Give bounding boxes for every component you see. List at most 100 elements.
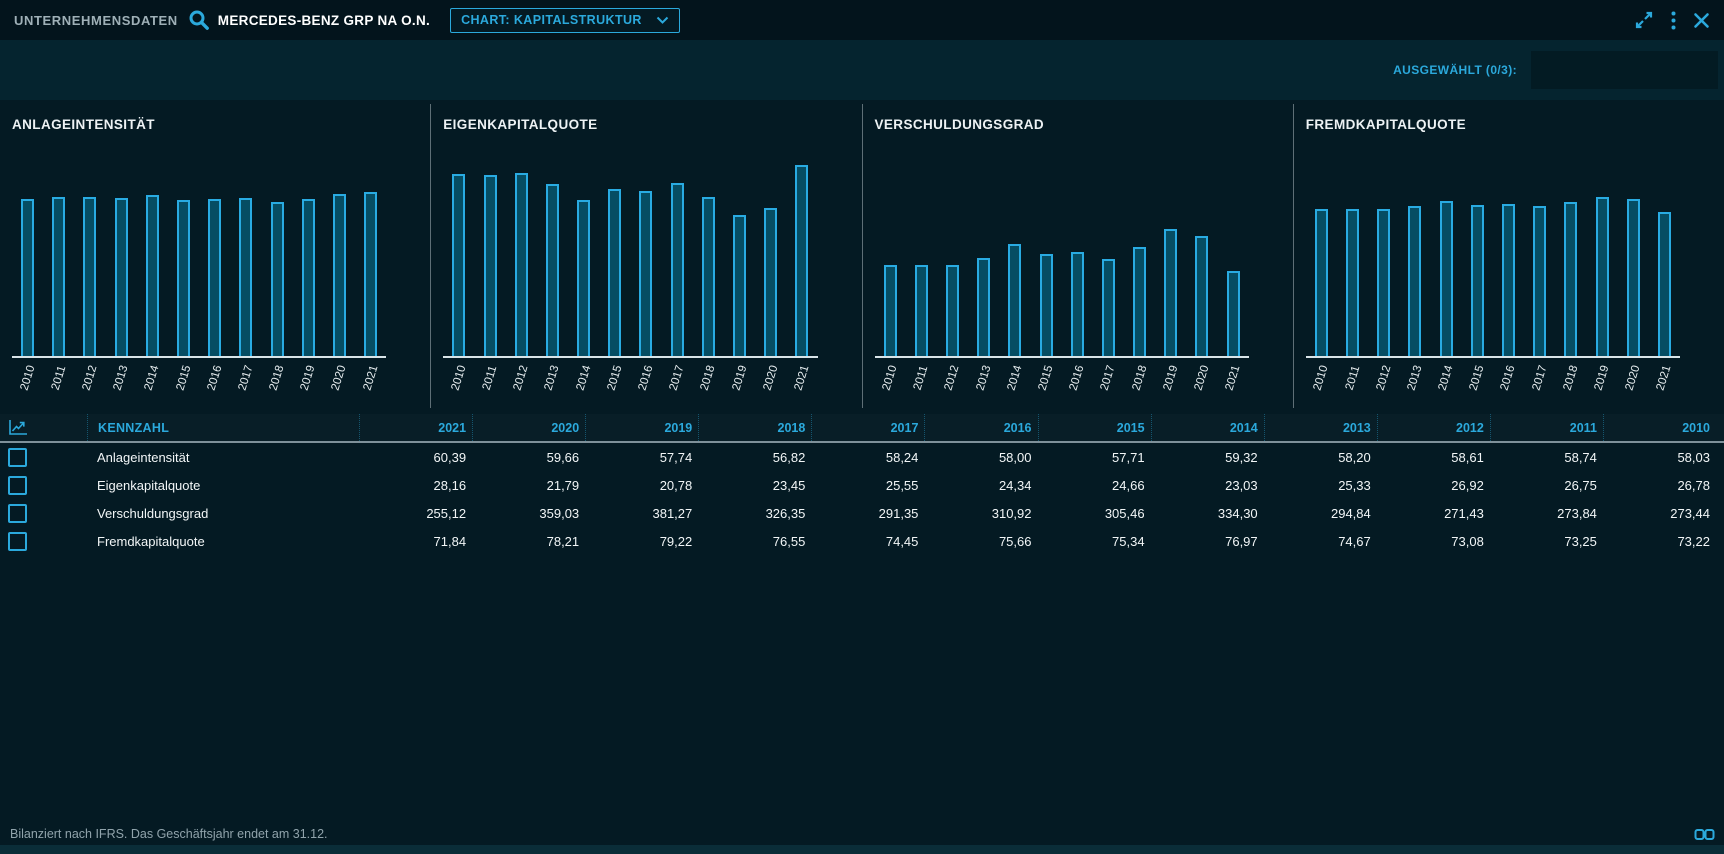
app-title: UNTERNEHMENSDATEN [14, 13, 178, 28]
value-cell: 255,12 [359, 506, 472, 521]
window-controls [1634, 10, 1710, 30]
x-tick-label: 2010 [1312, 364, 1331, 392]
value-cell: 359,03 [472, 506, 585, 521]
year-column-header-2019: 2019 [585, 414, 698, 441]
x-tick-label: 2016 [205, 364, 224, 392]
value-cell: 57,74 [585, 450, 698, 465]
x-tick-label: 2021 [792, 364, 811, 392]
row-checkbox[interactable] [8, 532, 27, 551]
year-column-header-2015: 2015 [1038, 414, 1151, 441]
value-cell: 26,92 [1377, 478, 1490, 493]
x-tick-label: 2020 [761, 364, 780, 392]
x-tick-label: 2010 [18, 364, 37, 392]
expand-icon[interactable] [1634, 10, 1654, 30]
bar-2021 [364, 192, 377, 356]
chart-type-dropdown[interactable]: CHART: KAPITALSTRUKTUR [450, 8, 680, 33]
bar-2017 [239, 198, 252, 356]
link-icon[interactable] [1694, 828, 1715, 841]
value-cell: 73,08 [1377, 534, 1490, 549]
x-tick-label: 2014 [143, 364, 162, 392]
x-tick-label: 2017 [1530, 364, 1549, 392]
table-body: Anlageintensität60,3959,6657,7456,8258,2… [0, 443, 1724, 555]
year-column-header-2012: 2012 [1377, 414, 1490, 441]
table-row: Verschuldungsgrad255,12359,03381,27326,3… [0, 499, 1724, 527]
value-cell: 58,20 [1264, 450, 1377, 465]
year-column-header-2020: 2020 [472, 414, 585, 441]
value-cell: 58,61 [1377, 450, 1490, 465]
value-cell: 75,66 [924, 534, 1037, 549]
x-tick-label: 2011 [1343, 364, 1362, 391]
charts-row: ANLAGEINTENSITÄT 20102011201220132014201… [0, 104, 1724, 408]
x-tick-label: 2020 [330, 364, 349, 392]
row-checkbox[interactable] [8, 448, 27, 467]
value-cell: 334,30 [1151, 506, 1264, 521]
row-label: Fremdkapitalquote [87, 534, 359, 549]
x-tick-label: 2012 [943, 364, 962, 392]
value-cell: 79,22 [585, 534, 698, 549]
x-tick-label: 2016 [1499, 364, 1518, 392]
x-tick-label: 2018 [268, 364, 287, 392]
bars [1306, 139, 1680, 358]
bar-2018 [1133, 247, 1146, 356]
x-tick-label: 2012 [512, 364, 531, 392]
bar-2015 [1040, 254, 1053, 356]
bar-2013 [546, 184, 559, 356]
accounting-note: Bilanziert nach IFRS. Das Geschäftsjahr … [10, 827, 328, 841]
x-tick-label: 2013 [1405, 364, 1424, 392]
x-axis-labels: 2010201120122013201420152016201720182019… [12, 358, 386, 408]
x-tick-label: 2019 [1593, 364, 1612, 392]
x-tick-label: 2016 [636, 364, 655, 392]
title-bar: UNTERNEHMENSDATEN MERCEDES-BENZ GRP NA O… [0, 0, 1724, 40]
x-axis-labels: 2010201120122013201420152016201720182019… [1306, 358, 1680, 408]
bar-2014 [146, 195, 159, 356]
close-icon[interactable] [1693, 12, 1710, 29]
value-cell: 71,84 [359, 534, 472, 549]
bar-2017 [1533, 206, 1546, 356]
row-checkbox[interactable] [8, 504, 27, 523]
x-tick-label: 2012 [1374, 364, 1393, 392]
value-cell: 28,16 [359, 478, 472, 493]
bar-2020 [1627, 199, 1640, 356]
selection-bar: AUSGEWÄHLT (0/3): [0, 40, 1724, 100]
table-row: Anlageintensität60,3959,6657,7456,8258,2… [0, 443, 1724, 471]
kennzahl-table: KENNZAHL 2021202020192018201720162015201… [0, 414, 1724, 555]
bar-2016 [639, 191, 652, 356]
value-cell: 273,84 [1490, 506, 1603, 521]
bar-2014 [577, 200, 590, 356]
selection-slot [1531, 51, 1718, 89]
value-cell: 21,79 [472, 478, 585, 493]
value-cell: 78,21 [472, 534, 585, 549]
search-icon[interactable] [188, 9, 210, 31]
x-tick-label: 2014 [1437, 364, 1456, 392]
bar-2012 [515, 173, 528, 356]
table-header-row: KENNZAHL 2021202020192018201720162015201… [0, 414, 1724, 443]
year-column-header-2013: 2013 [1264, 414, 1377, 441]
x-tick-label: 2020 [1624, 364, 1643, 392]
x-tick-label: 2013 [112, 364, 131, 392]
year-column-header-2017: 2017 [811, 414, 924, 441]
value-cell: 271,43 [1377, 506, 1490, 521]
x-tick-label: 2014 [1005, 364, 1024, 392]
bar-2014 [1440, 201, 1453, 356]
row-label: Verschuldungsgrad [87, 506, 359, 521]
bar-2018 [702, 197, 715, 356]
trend-chart-icon [0, 414, 87, 441]
x-tick-label: 2011 [49, 364, 68, 391]
selected-counter-label: AUSGEWÄHLT (0/3): [1393, 63, 1517, 77]
row-checkbox[interactable] [8, 476, 27, 495]
bar-2019 [1164, 229, 1177, 356]
x-tick-label: 2015 [1037, 364, 1056, 392]
kebab-menu-icon[interactable] [1671, 11, 1676, 30]
row-label: Anlageintensität [87, 450, 359, 465]
year-column-header-2011: 2011 [1490, 414, 1603, 441]
x-tick-label: 2019 [299, 364, 318, 392]
x-tick-label: 2019 [730, 364, 749, 392]
x-tick-label: 2021 [1655, 364, 1674, 392]
bars [12, 139, 386, 358]
value-cell: 23,45 [698, 478, 811, 493]
bar-2014 [1008, 244, 1021, 356]
bar-2012 [83, 197, 96, 356]
value-cell: 73,22 [1603, 534, 1716, 549]
value-cell: 25,33 [1264, 478, 1377, 493]
value-cell: 59,66 [472, 450, 585, 465]
